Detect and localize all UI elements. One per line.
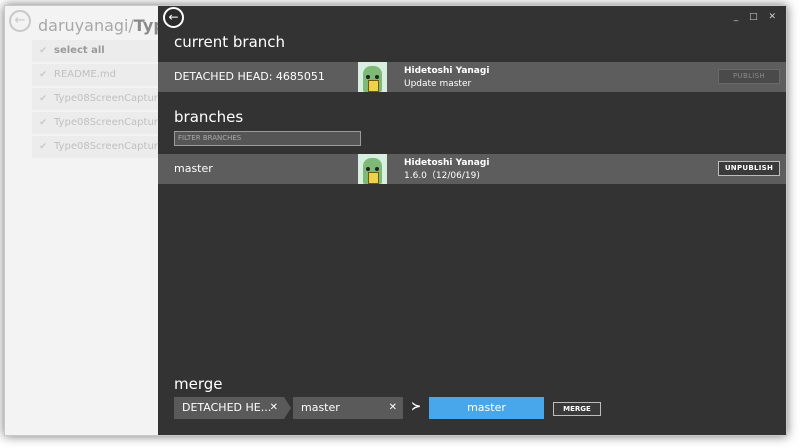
check-icon: ✔: [39, 94, 47, 104]
branches-heading: branches: [174, 108, 244, 126]
app-window: ← daruyanagi/TypeC ✔select all ✔README.m…: [4, 5, 787, 436]
merge-source-label: DETACHED HE...: [182, 401, 272, 414]
check-icon: ✔: [39, 142, 47, 152]
check-icon: ✔: [39, 46, 47, 56]
merge-source-chip[interactable]: DETACHED HE... ✕: [174, 397, 284, 419]
branch-name: master: [174, 162, 213, 175]
merge-heading: merge: [174, 375, 223, 393]
maximize-icon[interactable]: □: [749, 12, 762, 22]
bg-list-item[interactable]: ✔ Type08ScreenCapture: [32, 136, 162, 158]
remove-source-icon[interactable]: ✕: [270, 397, 278, 419]
bg-list-item-label: Type08ScreenCapture: [54, 141, 162, 152]
commit-author: Hidetoshi Yanagi: [404, 158, 490, 168]
bg-back-icon[interactable]: ←: [9, 10, 31, 32]
minimize-icon[interactable]: _: [734, 12, 743, 22]
merge-button[interactable]: MERGE: [553, 402, 601, 416]
bg-list-item-label: Type08ScreenCapture: [54, 117, 162, 128]
commit-message: Update master: [404, 79, 472, 89]
back-arrow-icon[interactable]: ←: [163, 7, 184, 28]
publish-button[interactable]: PUBLISH: [718, 69, 780, 84]
bg-title-user: daruyanagi/: [38, 16, 134, 35]
filter-branches-input[interactable]: FILTER BRANCHES: [174, 131, 361, 146]
commit-author: Hidetoshi Yanagi: [404, 66, 490, 76]
branch-row-master[interactable]: master Hidetoshi Yanagi 1.6.0（12/06/19) …: [158, 154, 786, 184]
bg-list-item[interactable]: ✔ Type08ScreenCapture: [32, 88, 162, 110]
chip-arrow-icon: [284, 397, 291, 419]
bg-list-item-label: README.md: [54, 69, 117, 80]
current-branch-heading: current branch: [174, 33, 286, 51]
close-icon[interactable]: ✕: [768, 12, 780, 22]
avatar-mascot-icon: [358, 62, 387, 92]
check-icon: ✔: [39, 70, 47, 80]
branches-panel: _ □ ✕ current branch DETACHED HEAD: 4685…: [158, 6, 786, 435]
avatar-mascot-icon: [358, 154, 387, 184]
merge-target-label: master: [301, 401, 340, 414]
bg-list-item[interactable]: ✔ Type08ScreenCapture: [32, 112, 162, 134]
merge-into-icon: ≻: [411, 399, 422, 413]
current-commit-info: Hidetoshi Yanagi Update master: [404, 65, 489, 91]
remove-target-icon[interactable]: ✕: [389, 397, 397, 419]
unpublish-button[interactable]: UNPUBLISH: [718, 161, 780, 176]
check-icon: ✔: [39, 118, 47, 128]
bg-list-item[interactable]: ✔ select all: [32, 40, 162, 62]
current-branch-name: DETACHED HEAD: 4685051: [174, 70, 325, 83]
bg-file-list: ✔ select all ✔ README.md ✔ Type08ScreenCapt…: [32, 40, 162, 160]
bg-list-item[interactable]: ✔ README.md: [32, 64, 162, 86]
bg-list-item-label: select all: [54, 45, 105, 56]
bg-list-item-label: Type08ScreenCapture: [54, 93, 162, 104]
merge-result-branch[interactable]: master: [429, 397, 544, 419]
commit-message: 1.6.0（12/06/19): [404, 171, 480, 181]
merge-target-chip[interactable]: master ✕: [293, 397, 403, 419]
window-controls: _ □ ✕: [734, 12, 780, 22]
current-branch-row: DETACHED HEAD: 4685051 Hidetoshi Yanagi …: [158, 62, 786, 92]
branch-commit-info: Hidetoshi Yanagi 1.6.0（12/06/19): [404, 157, 489, 183]
